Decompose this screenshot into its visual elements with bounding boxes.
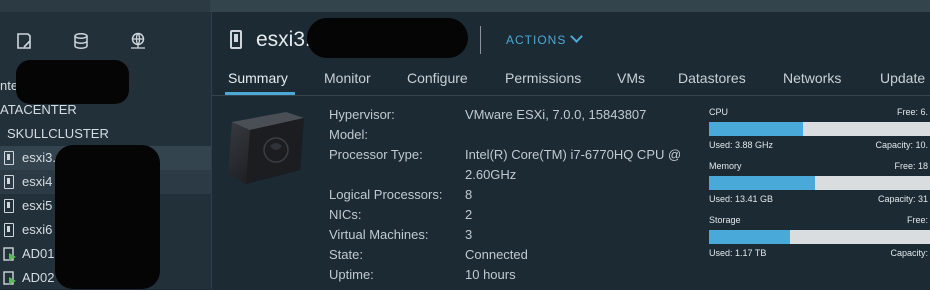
- network-globe-icon[interactable]: [127, 30, 149, 52]
- tree-item-label: esxi5: [22, 198, 53, 213]
- host-device-image: [228, 112, 304, 184]
- host-icon: [4, 199, 14, 213]
- tab-datastores[interactable]: Datastores: [678, 70, 746, 86]
- storage-usage-bar: [709, 230, 930, 244]
- memory-usage-bar: [709, 176, 930, 190]
- tab-permissions[interactable]: Permissions: [505, 70, 581, 86]
- tree-item-label: SKULLCLUSTER: [7, 126, 109, 141]
- redaction-mark: [307, 18, 468, 58]
- vm-powered-on-icon: [3, 271, 16, 285]
- tab-configure[interactable]: Configure: [407, 70, 468, 86]
- tree-item-label: esxi3.: [22, 150, 56, 165]
- host-icon: [4, 151, 14, 165]
- tree-item-label: esxi6: [22, 222, 53, 237]
- tree-item-label: AD02: [22, 270, 55, 285]
- top-strip: [0, 0, 930, 12]
- tab-update[interactable]: Update: [880, 70, 925, 86]
- host-summary-panel: esxi3. ACTIONS Summary Monitor Configure…: [212, 12, 930, 289]
- inventory-sidebar: nte ATACENTER SKULLCLUSTER esxi3. esxi4 …: [0, 12, 212, 289]
- tab-bar: Summary Monitor Configure Permissions VM…: [212, 67, 930, 96]
- sidebar-view-tabs: [0, 30, 211, 60]
- tab-networks[interactable]: Networks: [783, 70, 841, 86]
- title-divider: [480, 26, 481, 54]
- notes-icon[interactable]: [13, 30, 35, 52]
- tree-item-cluster[interactable]: SKULLCLUSTER: [0, 122, 211, 146]
- page-title: esxi3.: [256, 28, 311, 51]
- tab-monitor[interactable]: Monitor: [324, 70, 371, 86]
- host-icon: [4, 175, 14, 189]
- tab-vms[interactable]: VMs: [617, 70, 645, 86]
- tree-item-label: esxi4: [22, 174, 53, 189]
- cpu-usage-bar: [709, 122, 930, 136]
- chevron-down-icon: [570, 30, 584, 43]
- actions-label: ACTIONS: [506, 33, 567, 47]
- host-icon: [230, 30, 242, 49]
- host-icon: [4, 223, 14, 237]
- redaction-mark: [55, 145, 160, 289]
- actions-menu-button[interactable]: ACTIONS: [506, 30, 584, 47]
- redaction-mark: [16, 60, 129, 104]
- tree-item-label: AD01: [22, 246, 55, 261]
- active-tab-indicator: [225, 92, 295, 95]
- database-icon[interactable]: [70, 30, 92, 52]
- vm-powered-on-icon: [3, 247, 16, 261]
- tab-summary[interactable]: Summary: [228, 70, 288, 86]
- top-strip-shade: [210, 0, 930, 12]
